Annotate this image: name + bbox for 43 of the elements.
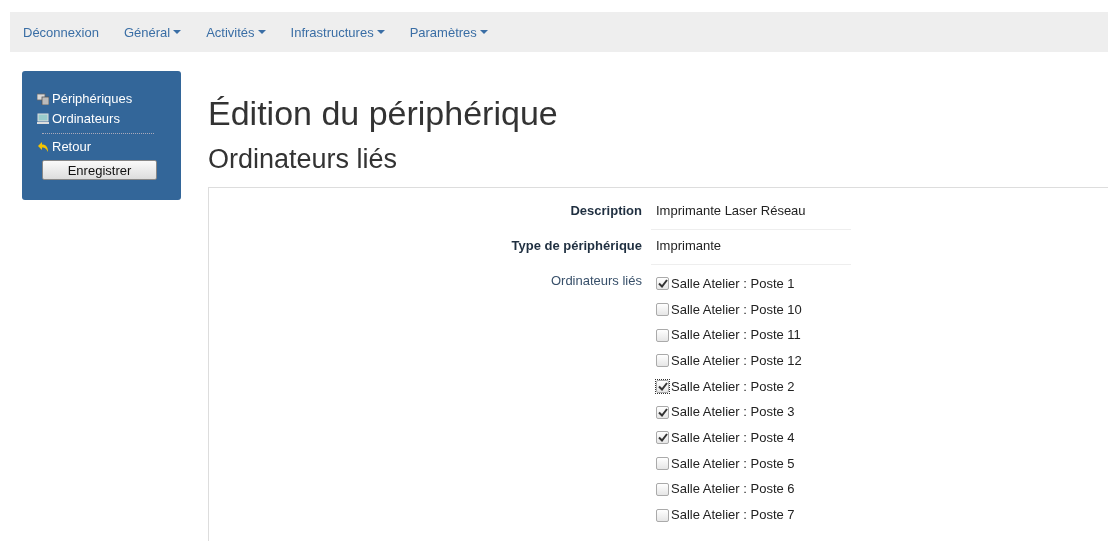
sidebar-link[interactable]: Ordinateurs: [37, 109, 120, 129]
empty-checkbox[interactable]: [656, 508, 669, 522]
field-value: Imprimante: [651, 236, 851, 265]
checked-checkbox[interactable]: [656, 277, 669, 291]
checked-checkbox[interactable]: [656, 405, 669, 419]
save-button[interactable]: Enregistrer: [42, 160, 157, 180]
menu-dropdown[interactable]: Général: [123, 24, 182, 40]
field-label: Type de périphérique: [510, 237, 642, 255]
checked-checkbox[interactable]: [656, 380, 669, 394]
caret-icon: [173, 30, 182, 34]
field-label: Description: [569, 202, 642, 220]
back-link[interactable]: Retour: [37, 137, 92, 157]
sidebar-link[interactable]: Périphériques: [37, 89, 133, 109]
empty-checkbox[interactable]: [656, 354, 669, 368]
caret-icon: [479, 30, 488, 34]
caret-icon: [376, 30, 385, 34]
computer-checkbox[interactable]: Salle Atelier : Poste 11: [656, 322, 801, 349]
logout-link[interactable]: Déconnexion: [23, 24, 99, 40]
field-label: Ordinateurs liés: [549, 272, 642, 290]
caret-icon: [257, 30, 266, 34]
section-title: Ordinateurs liés: [208, 143, 399, 175]
computer-checkbox[interactable]: Salle Atelier : Poste 2: [656, 373, 795, 400]
menu-dropdown[interactable]: Paramètres: [409, 24, 488, 40]
empty-checkbox[interactable]: [656, 328, 669, 342]
computer-checkbox[interactable]: Salle Atelier : Poste 4: [656, 425, 795, 451]
back-arrow-icon: [37, 141, 49, 153]
menu-dropdown[interactable]: Activités: [206, 24, 266, 40]
empty-checkbox[interactable]: [656, 482, 669, 496]
checked-checkbox[interactable]: [656, 431, 669, 445]
field-value: Imprimante Laser Réseau: [651, 201, 851, 230]
computer-checkbox[interactable]: Salle Atelier : Poste 10: [656, 296, 802, 323]
empty-checkbox[interactable]: [656, 457, 669, 471]
computer-icon: [37, 113, 49, 125]
computer-checkbox[interactable]: Salle Atelier : Poste 6: [656, 476, 795, 503]
empty-checkbox[interactable]: [656, 303, 669, 317]
computer-checkbox[interactable]: Salle Atelier : Poste 3: [656, 399, 795, 426]
computer-checkbox[interactable]: Salle Atelier : Poste 7: [656, 502, 795, 528]
devices-icon: [37, 93, 49, 105]
computer-checkbox[interactable]: Salle Atelier : Poste 1: [656, 271, 795, 297]
computer-checkbox[interactable]: Salle Atelier : Poste 5: [656, 450, 795, 477]
page-title: Édition du périphérique: [208, 93, 559, 133]
computer-checkbox[interactable]: Salle Atelier : Poste 12: [656, 348, 802, 374]
menu-dropdown[interactable]: Infrastructures: [290, 24, 385, 40]
